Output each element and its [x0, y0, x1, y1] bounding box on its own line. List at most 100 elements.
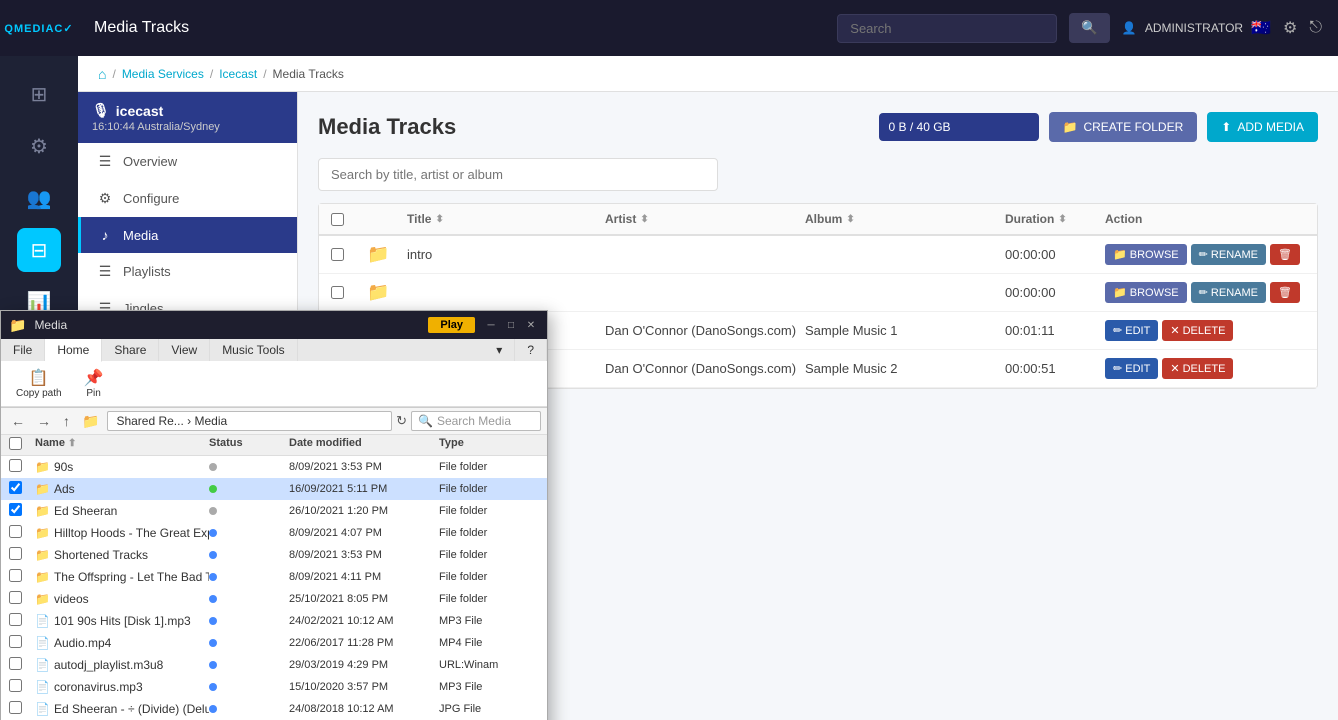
- media-search-input[interactable]: [318, 158, 718, 191]
- list-item[interactable]: 📁 Shortened Tracks 8/09/2021 3:53 PM Fil…: [1, 544, 547, 566]
- pin-button[interactable]: 📌 Pin: [77, 365, 111, 402]
- delete-button[interactable]: ✕ DELETE: [1162, 358, 1233, 379]
- settings-icon[interactable]: ⚙: [1283, 18, 1297, 38]
- close-button[interactable]: ✕: [523, 317, 539, 333]
- page-header: Media Tracks 0 B / 40 GB 📁 CREATE FOLDER…: [318, 112, 1318, 142]
- home-icon[interactable]: ⌂: [98, 66, 106, 82]
- col-name[interactable]: Name ⬆: [35, 437, 209, 453]
- sidebar-item-dashboard[interactable]: ⊞: [17, 72, 61, 116]
- file-checkbox[interactable]: [9, 481, 35, 497]
- file-date: 8/09/2021 3:53 PM: [289, 461, 439, 473]
- col-title: Title ⬍: [407, 212, 605, 226]
- file-checkbox[interactable]: [9, 657, 35, 673]
- explorer-title-icon: 📁: [9, 317, 26, 334]
- main-page-title: Media Tracks: [318, 114, 456, 140]
- file-explorer-titlebar: 📁 Media Play ─ □ ✕: [1, 311, 547, 339]
- minimize-button[interactable]: ─: [483, 317, 499, 333]
- rename-button[interactable]: ✏ RENAME: [1191, 244, 1266, 265]
- delete-button[interactable]: 🗑: [1270, 244, 1300, 265]
- logout-icon[interactable]: ⎋: [1309, 19, 1322, 37]
- file-checkbox[interactable]: [9, 459, 35, 475]
- file-status: [209, 482, 289, 496]
- file-checkbox[interactable]: [9, 701, 35, 717]
- nav-label-media: Media: [123, 228, 158, 243]
- list-item[interactable]: 📄 Ed Sheeran - ÷ (Divide) (Deluxe) (2017…: [1, 698, 547, 720]
- list-item[interactable]: 📄 coronavirus.mp3 15/10/2020 3:57 PM MP3…: [1, 676, 547, 698]
- file-checkbox[interactable]: [9, 525, 35, 541]
- file-checkbox[interactable]: [9, 547, 35, 563]
- explorer-play-button[interactable]: Play: [428, 317, 475, 333]
- file-date: 16/09/2021 5:11 PM: [289, 483, 439, 495]
- add-media-button[interactable]: ⬆ ADD MEDIA: [1207, 112, 1318, 142]
- nav-item-media[interactable]: ♪ Media: [78, 217, 297, 253]
- back-button[interactable]: ←: [7, 412, 29, 430]
- tab-help[interactable]: ?: [515, 339, 547, 361]
- playlists-icon: ☰: [97, 263, 113, 280]
- tab-music-tools[interactable]: Music Tools: [210, 339, 297, 361]
- table-header: Title ⬍ Artist ⬍ Album ⬍ Duration ⬍ Acti…: [319, 204, 1317, 236]
- file-checkbox[interactable]: [9, 591, 35, 607]
- list-item[interactable]: 📄 Audio.mp4 22/06/2017 11:28 PM MP4 File: [1, 632, 547, 654]
- status-dot: [209, 661, 217, 669]
- server-name: 🎙 icecast: [92, 102, 283, 119]
- file-type-label: File folder: [439, 593, 539, 605]
- file-date: 29/03/2019 4:29 PM: [289, 659, 439, 671]
- select-all-checkbox[interactable]: [331, 213, 344, 226]
- file-date: 8/09/2021 3:53 PM: [289, 549, 439, 561]
- status-dot: [209, 705, 217, 713]
- list-item[interactable]: 📁 The Offspring - Let The Bad Times Roll…: [1, 566, 547, 588]
- list-item[interactable]: 📁 Ads 16/09/2021 5:11 PM File folder: [1, 478, 547, 500]
- file-checkbox[interactable]: [9, 503, 35, 519]
- file-checkbox[interactable]: [9, 569, 35, 585]
- tab-share[interactable]: Share: [102, 339, 159, 361]
- global-search-input[interactable]: [837, 14, 1057, 43]
- maximize-button[interactable]: □: [503, 317, 519, 333]
- edit-button[interactable]: ✏ EDIT: [1105, 358, 1158, 379]
- sidebar-item-users[interactable]: 👥: [17, 176, 61, 220]
- forward-button[interactable]: →: [33, 412, 55, 430]
- select-all-files[interactable]: [9, 437, 22, 450]
- row-checkbox[interactable]: [331, 286, 344, 299]
- tab-view[interactable]: View: [159, 339, 210, 361]
- list-item[interactable]: 📁 Ed Sheeran 26/10/2021 1:20 PM File fol…: [1, 500, 547, 522]
- server-icon: 🎙: [92, 102, 110, 119]
- file-checkbox[interactable]: [9, 635, 35, 651]
- file-checkbox[interactable]: [9, 613, 35, 629]
- folder-icon: 📁: [1063, 120, 1078, 134]
- file-list-header: Name ⬆ Status Date modified Type: [1, 435, 547, 456]
- create-folder-button[interactable]: 📁 CREATE FOLDER: [1049, 112, 1198, 142]
- nav-item-overview[interactable]: ☰ Overview: [78, 143, 297, 180]
- list-item[interactable]: 📁 Hilltop Hoods - The Great Expanse (20.…: [1, 522, 547, 544]
- row-artist: Dan O'Connor (DanoSongs.com): [605, 361, 805, 376]
- edit-button[interactable]: ✏ EDIT: [1105, 320, 1158, 341]
- address-input[interactable]: [107, 411, 392, 431]
- delete-button[interactable]: ✕ DELETE: [1162, 320, 1233, 341]
- up-button[interactable]: ↑: [59, 412, 74, 430]
- nav-item-configure[interactable]: ⚙ Configure: [78, 180, 297, 217]
- sidebar-item-network[interactable]: ⊟: [17, 228, 61, 272]
- list-item[interactable]: 📄 101 90s Hits [Disk 1].mp3 24/02/2021 1…: [1, 610, 547, 632]
- list-item[interactable]: 📁 videos 25/10/2021 8:05 PM File folder: [1, 588, 547, 610]
- sidebar-item-settings[interactable]: ⚙: [17, 124, 61, 168]
- file-name: 📄 101 90s Hits [Disk 1].mp3: [35, 614, 209, 628]
- refresh-button[interactable]: ↻: [396, 413, 407, 429]
- breadcrumb-icecast[interactable]: Icecast: [219, 67, 257, 81]
- file-type-icon: 📄: [35, 702, 50, 716]
- tab-file[interactable]: File: [1, 339, 45, 361]
- global-search-button[interactable]: 🔍: [1069, 13, 1110, 43]
- copy-path-button[interactable]: 📋 Copy path: [9, 365, 69, 402]
- list-item[interactable]: 📁 90s 8/09/2021 3:53 PM File folder: [1, 456, 547, 478]
- breadcrumb: ⌂ / Media Services / Icecast / Media Tra…: [78, 56, 1338, 92]
- list-item[interactable]: 📄 autodj_playlist.m3u8 29/03/2019 4:29 P…: [1, 654, 547, 676]
- file-checkbox[interactable]: [9, 679, 35, 695]
- browse-button[interactable]: 📁 BROWSE: [1105, 282, 1187, 303]
- col-date: Date modified: [289, 437, 439, 453]
- row-checkbox[interactable]: [331, 248, 344, 261]
- browse-button[interactable]: 📁 BROWSE: [1105, 244, 1187, 265]
- nav-item-playlists[interactable]: ☰ Playlists: [78, 253, 297, 290]
- delete-button[interactable]: 🗑: [1270, 282, 1300, 303]
- breadcrumb-media-services[interactable]: Media Services: [122, 67, 204, 81]
- tab-dropdown[interactable]: ▾: [484, 339, 515, 361]
- tab-home[interactable]: Home: [45, 339, 102, 362]
- rename-button[interactable]: ✏ RENAME: [1191, 282, 1266, 303]
